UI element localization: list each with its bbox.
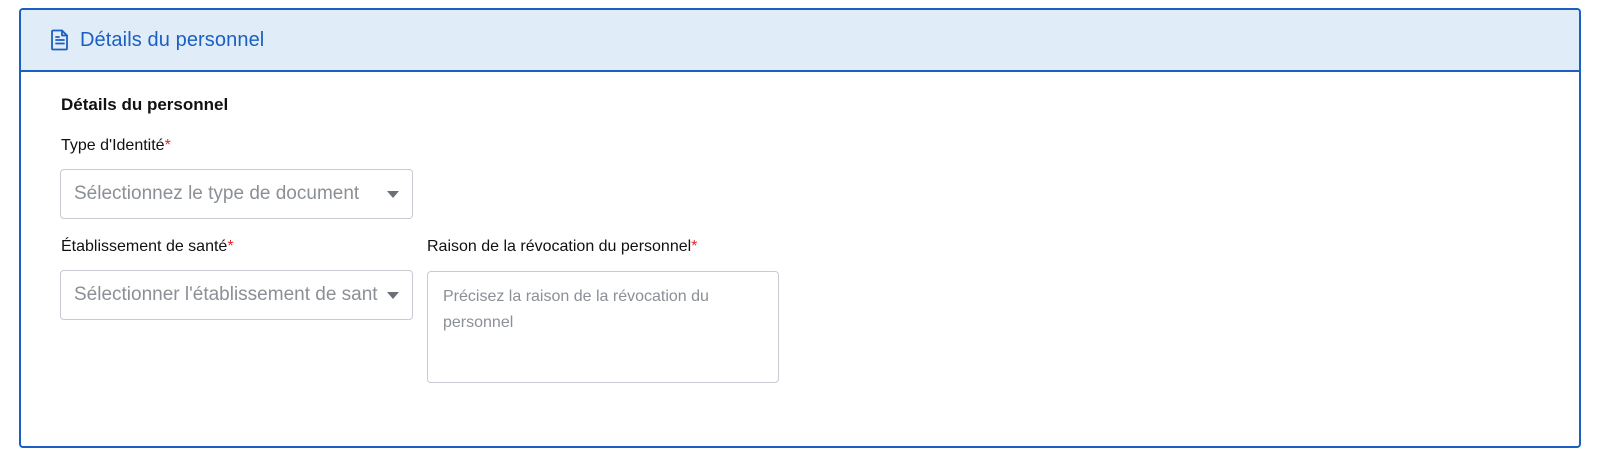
identity-type-select[interactable]: Sélectionnez le type de document bbox=[60, 169, 413, 219]
revocation-reason-textarea[interactable] bbox=[427, 271, 779, 383]
revocation-reason-label-text: Raison de la révocation du personnel bbox=[427, 238, 692, 255]
card-title: Détails du personnel bbox=[80, 28, 265, 51]
identity-type-label-text: Type d'Identité bbox=[61, 137, 165, 154]
required-mark: * bbox=[691, 238, 698, 255]
staff-details-card: Détails du personnel Détails du personne… bbox=[19, 8, 1581, 448]
section-title: Détails du personnel bbox=[61, 95, 229, 114]
health-facility-label: Établissement de santé* bbox=[61, 238, 234, 256]
required-mark: * bbox=[164, 137, 171, 154]
identity-type-label: Type d'Identité* bbox=[61, 137, 171, 155]
health-facility-select[interactable]: Sélectionner l'établissement de santé bbox=[60, 270, 413, 320]
document-icon bbox=[48, 28, 72, 52]
health-facility-placeholder: Sélectionner l'établissement de santé bbox=[74, 284, 378, 305]
card-header: Détails du personnel bbox=[21, 10, 1579, 72]
caret-down-icon bbox=[387, 292, 399, 299]
caret-down-icon bbox=[387, 191, 399, 198]
identity-type-placeholder: Sélectionnez le type de document bbox=[74, 183, 360, 204]
health-facility-label-text: Établissement de santé bbox=[61, 238, 228, 255]
revocation-reason-label: Raison de la révocation du personnel* bbox=[427, 238, 697, 256]
required-mark: * bbox=[227, 238, 234, 255]
